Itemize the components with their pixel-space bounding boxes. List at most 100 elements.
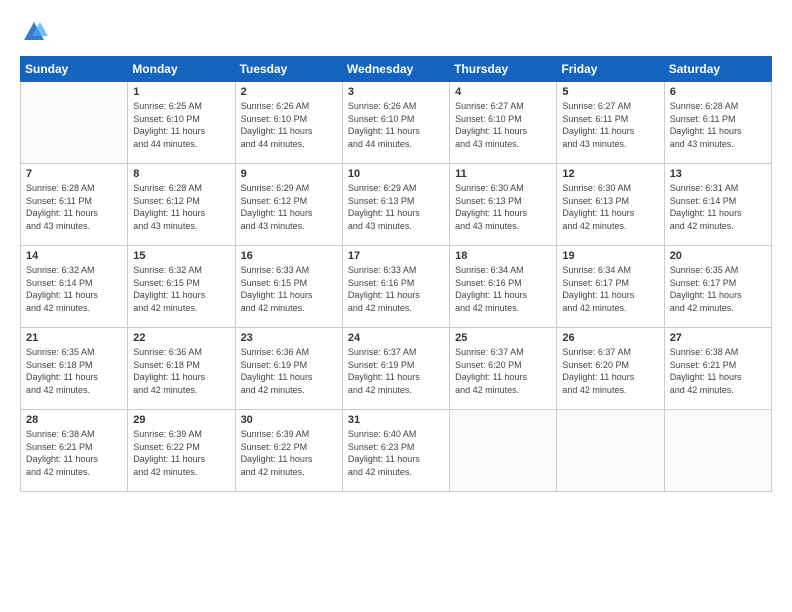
day-info: Sunrise: 6:39 AM Sunset: 6:22 PM Dayligh… <box>133 428 229 478</box>
day-info: Sunrise: 6:35 AM Sunset: 6:18 PM Dayligh… <box>26 346 122 396</box>
weekday-header: Tuesday <box>235 57 342 82</box>
day-number: 8 <box>133 168 229 180</box>
weekday-header: Wednesday <box>342 57 449 82</box>
day-info: Sunrise: 6:35 AM Sunset: 6:17 PM Dayligh… <box>670 264 766 314</box>
calendar-cell: 6Sunrise: 6:28 AM Sunset: 6:11 PM Daylig… <box>664 82 771 164</box>
day-info: Sunrise: 6:33 AM Sunset: 6:16 PM Dayligh… <box>348 264 444 314</box>
day-number: 18 <box>455 250 551 262</box>
calendar-cell: 15 Sunrise: 6:32 AM Sunset: 6:15 PM Dayli… <box>128 246 235 328</box>
calendar-week-row: 1 Sunrise: 6:25 AM Sunset: 6:10 PM Daylig… <box>21 82 772 164</box>
day-number: 17 <box>348 250 444 262</box>
calendar-cell: 24 Sunrise: 6:37 AM Sunset: 6:19 PM Dayli… <box>342 328 449 410</box>
day-info: Sunrise: 6:36 AM Sunset: 6:18 PM Dayligh… <box>133 346 229 396</box>
calendar-cell: 28Sunrise: 6:38 AM Sunset: 6:21 PM Dayli… <box>21 410 128 492</box>
day-info: Sunrise: 6:37 AM Sunset: 6:20 PM Dayligh… <box>562 346 658 396</box>
calendar-week-row: 28Sunrise: 6:38 AM Sunset: 6:21 PM Dayli… <box>21 410 772 492</box>
day-info: Sunrise: 6:37 AM Sunset: 6:20 PM Dayligh… <box>455 346 551 396</box>
calendar-cell: 10 Sunrise: 6:29 AM Sunset: 6:13 PM Dayli… <box>342 164 449 246</box>
weekday-header: Friday <box>557 57 664 82</box>
day-number: 4 <box>455 86 551 98</box>
weekday-header: Sunday <box>21 57 128 82</box>
day-number: 11 <box>455 168 551 180</box>
day-info: Sunrise: 6:26 AM Sunset: 6:10 PM Dayligh… <box>241 100 337 150</box>
weekday-header: Thursday <box>450 57 557 82</box>
calendar-cell: 9 Sunrise: 6:29 AM Sunset: 6:12 PM Daylig… <box>235 164 342 246</box>
calendar-cell <box>664 410 771 492</box>
calendar-cell: 4 Sunrise: 6:27 AM Sunset: 6:10 PM Daylig… <box>450 82 557 164</box>
logo <box>20 18 52 46</box>
calendar-cell: 8 Sunrise: 6:28 AM Sunset: 6:12 PM Daylig… <box>128 164 235 246</box>
calendar-week-row: 14 Sunrise: 6:32 AM Sunset: 6:14 PM Dayli… <box>21 246 772 328</box>
calendar-cell <box>557 410 664 492</box>
calendar-cell: 18Sunrise: 6:34 AM Sunset: 6:16 PM Dayli… <box>450 246 557 328</box>
day-info: Sunrise: 6:34 AM Sunset: 6:17 PM Dayligh… <box>562 264 658 314</box>
day-number: 25 <box>455 332 551 344</box>
day-number: 14 <box>26 250 122 262</box>
day-info: Sunrise: 6:32 AM Sunset: 6:15 PM Dayligh… <box>133 264 229 314</box>
day-number: 21 <box>26 332 122 344</box>
day-number: 2 <box>241 86 337 98</box>
day-number: 10 <box>348 168 444 180</box>
day-number: 26 <box>562 332 658 344</box>
calendar-cell: 23Sunrise: 6:36 AM Sunset: 6:19 PM Dayli… <box>235 328 342 410</box>
day-info: Sunrise: 6:25 AM Sunset: 6:10 PM Dayligh… <box>133 100 229 150</box>
day-number: 3 <box>348 86 444 98</box>
calendar-cell: 7Sunrise: 6:28 AM Sunset: 6:11 PM Daylig… <box>21 164 128 246</box>
day-info: Sunrise: 6:29 AM Sunset: 6:13 PM Dayligh… <box>348 182 444 232</box>
calendar-cell: 21 Sunrise: 6:35 AM Sunset: 6:18 PM Dayli… <box>21 328 128 410</box>
calendar-cell <box>450 410 557 492</box>
day-info: Sunrise: 6:29 AM Sunset: 6:12 PM Dayligh… <box>241 182 337 232</box>
day-info: Sunrise: 6:27 AM Sunset: 6:10 PM Dayligh… <box>455 100 551 150</box>
calendar-cell: 2 Sunrise: 6:26 AM Sunset: 6:10 PM Daylig… <box>235 82 342 164</box>
calendar: SundayMondayTuesdayWednesdayThursdayFrid… <box>20 56 772 492</box>
day-number: 15 <box>133 250 229 262</box>
calendar-cell: 29 Sunrise: 6:39 AM Sunset: 6:22 PM Dayli… <box>128 410 235 492</box>
day-info: Sunrise: 6:27 AM Sunset: 6:11 PM Dayligh… <box>562 100 658 150</box>
day-info: Sunrise: 6:28 AM Sunset: 6:12 PM Dayligh… <box>133 182 229 232</box>
calendar-cell: 30Sunrise: 6:39 AM Sunset: 6:22 PM Dayli… <box>235 410 342 492</box>
day-number: 20 <box>670 250 766 262</box>
day-number: 29 <box>133 414 229 426</box>
weekday-header: Monday <box>128 57 235 82</box>
day-number: 1 <box>133 86 229 98</box>
calendar-body: 1 Sunrise: 6:25 AM Sunset: 6:10 PM Daylig… <box>21 82 772 492</box>
day-info: Sunrise: 6:30 AM Sunset: 6:13 PM Dayligh… <box>455 182 551 232</box>
calendar-cell: 26 Sunrise: 6:37 AM Sunset: 6:20 PM Dayli… <box>557 328 664 410</box>
calendar-cell: 27 Sunrise: 6:38 AM Sunset: 6:21 PM Dayli… <box>664 328 771 410</box>
header <box>20 18 772 46</box>
calendar-cell: 17 Sunrise: 6:33 AM Sunset: 6:16 PM Dayli… <box>342 246 449 328</box>
calendar-cell: 20 Sunrise: 6:35 AM Sunset: 6:17 PM Dayli… <box>664 246 771 328</box>
day-number: 9 <box>241 168 337 180</box>
calendar-cell: 25 Sunrise: 6:37 AM Sunset: 6:20 PM Dayli… <box>450 328 557 410</box>
calendar-cell: 12Sunrise: 6:30 AM Sunset: 6:13 PM Dayli… <box>557 164 664 246</box>
day-number: 23 <box>241 332 337 344</box>
day-info: Sunrise: 6:31 AM Sunset: 6:14 PM Dayligh… <box>670 182 766 232</box>
day-info: Sunrise: 6:38 AM Sunset: 6:21 PM Dayligh… <box>26 428 122 478</box>
day-info: Sunrise: 6:26 AM Sunset: 6:10 PM Dayligh… <box>348 100 444 150</box>
calendar-cell: 11 Sunrise: 6:30 AM Sunset: 6:13 PM Dayli… <box>450 164 557 246</box>
calendar-week-row: 21 Sunrise: 6:35 AM Sunset: 6:18 PM Dayli… <box>21 328 772 410</box>
calendar-cell: 16Sunrise: 6:33 AM Sunset: 6:15 PM Dayli… <box>235 246 342 328</box>
calendar-cell: 22 Sunrise: 6:36 AM Sunset: 6:18 PM Dayli… <box>128 328 235 410</box>
day-number: 24 <box>348 332 444 344</box>
day-info: Sunrise: 6:37 AM Sunset: 6:19 PM Dayligh… <box>348 346 444 396</box>
calendar-cell: 1 Sunrise: 6:25 AM Sunset: 6:10 PM Daylig… <box>128 82 235 164</box>
logo-icon <box>20 18 48 46</box>
calendar-cell: 3 Sunrise: 6:26 AM Sunset: 6:10 PM Daylig… <box>342 82 449 164</box>
day-info: Sunrise: 6:40 AM Sunset: 6:23 PM Dayligh… <box>348 428 444 478</box>
day-number: 19 <box>562 250 658 262</box>
calendar-cell <box>21 82 128 164</box>
calendar-cell: 5 Sunrise: 6:27 AM Sunset: 6:11 PM Daylig… <box>557 82 664 164</box>
day-number: 6 <box>670 86 766 98</box>
day-info: Sunrise: 6:32 AM Sunset: 6:14 PM Dayligh… <box>26 264 122 314</box>
weekday-header: Saturday <box>664 57 771 82</box>
day-number: 7 <box>26 168 122 180</box>
day-info: Sunrise: 6:30 AM Sunset: 6:13 PM Dayligh… <box>562 182 658 232</box>
calendar-cell: 19 Sunrise: 6:34 AM Sunset: 6:17 PM Dayli… <box>557 246 664 328</box>
day-number: 22 <box>133 332 229 344</box>
day-number: 5 <box>562 86 658 98</box>
day-number: 27 <box>670 332 766 344</box>
day-info: Sunrise: 6:38 AM Sunset: 6:21 PM Dayligh… <box>670 346 766 396</box>
day-number: 16 <box>241 250 337 262</box>
day-number: 30 <box>241 414 337 426</box>
